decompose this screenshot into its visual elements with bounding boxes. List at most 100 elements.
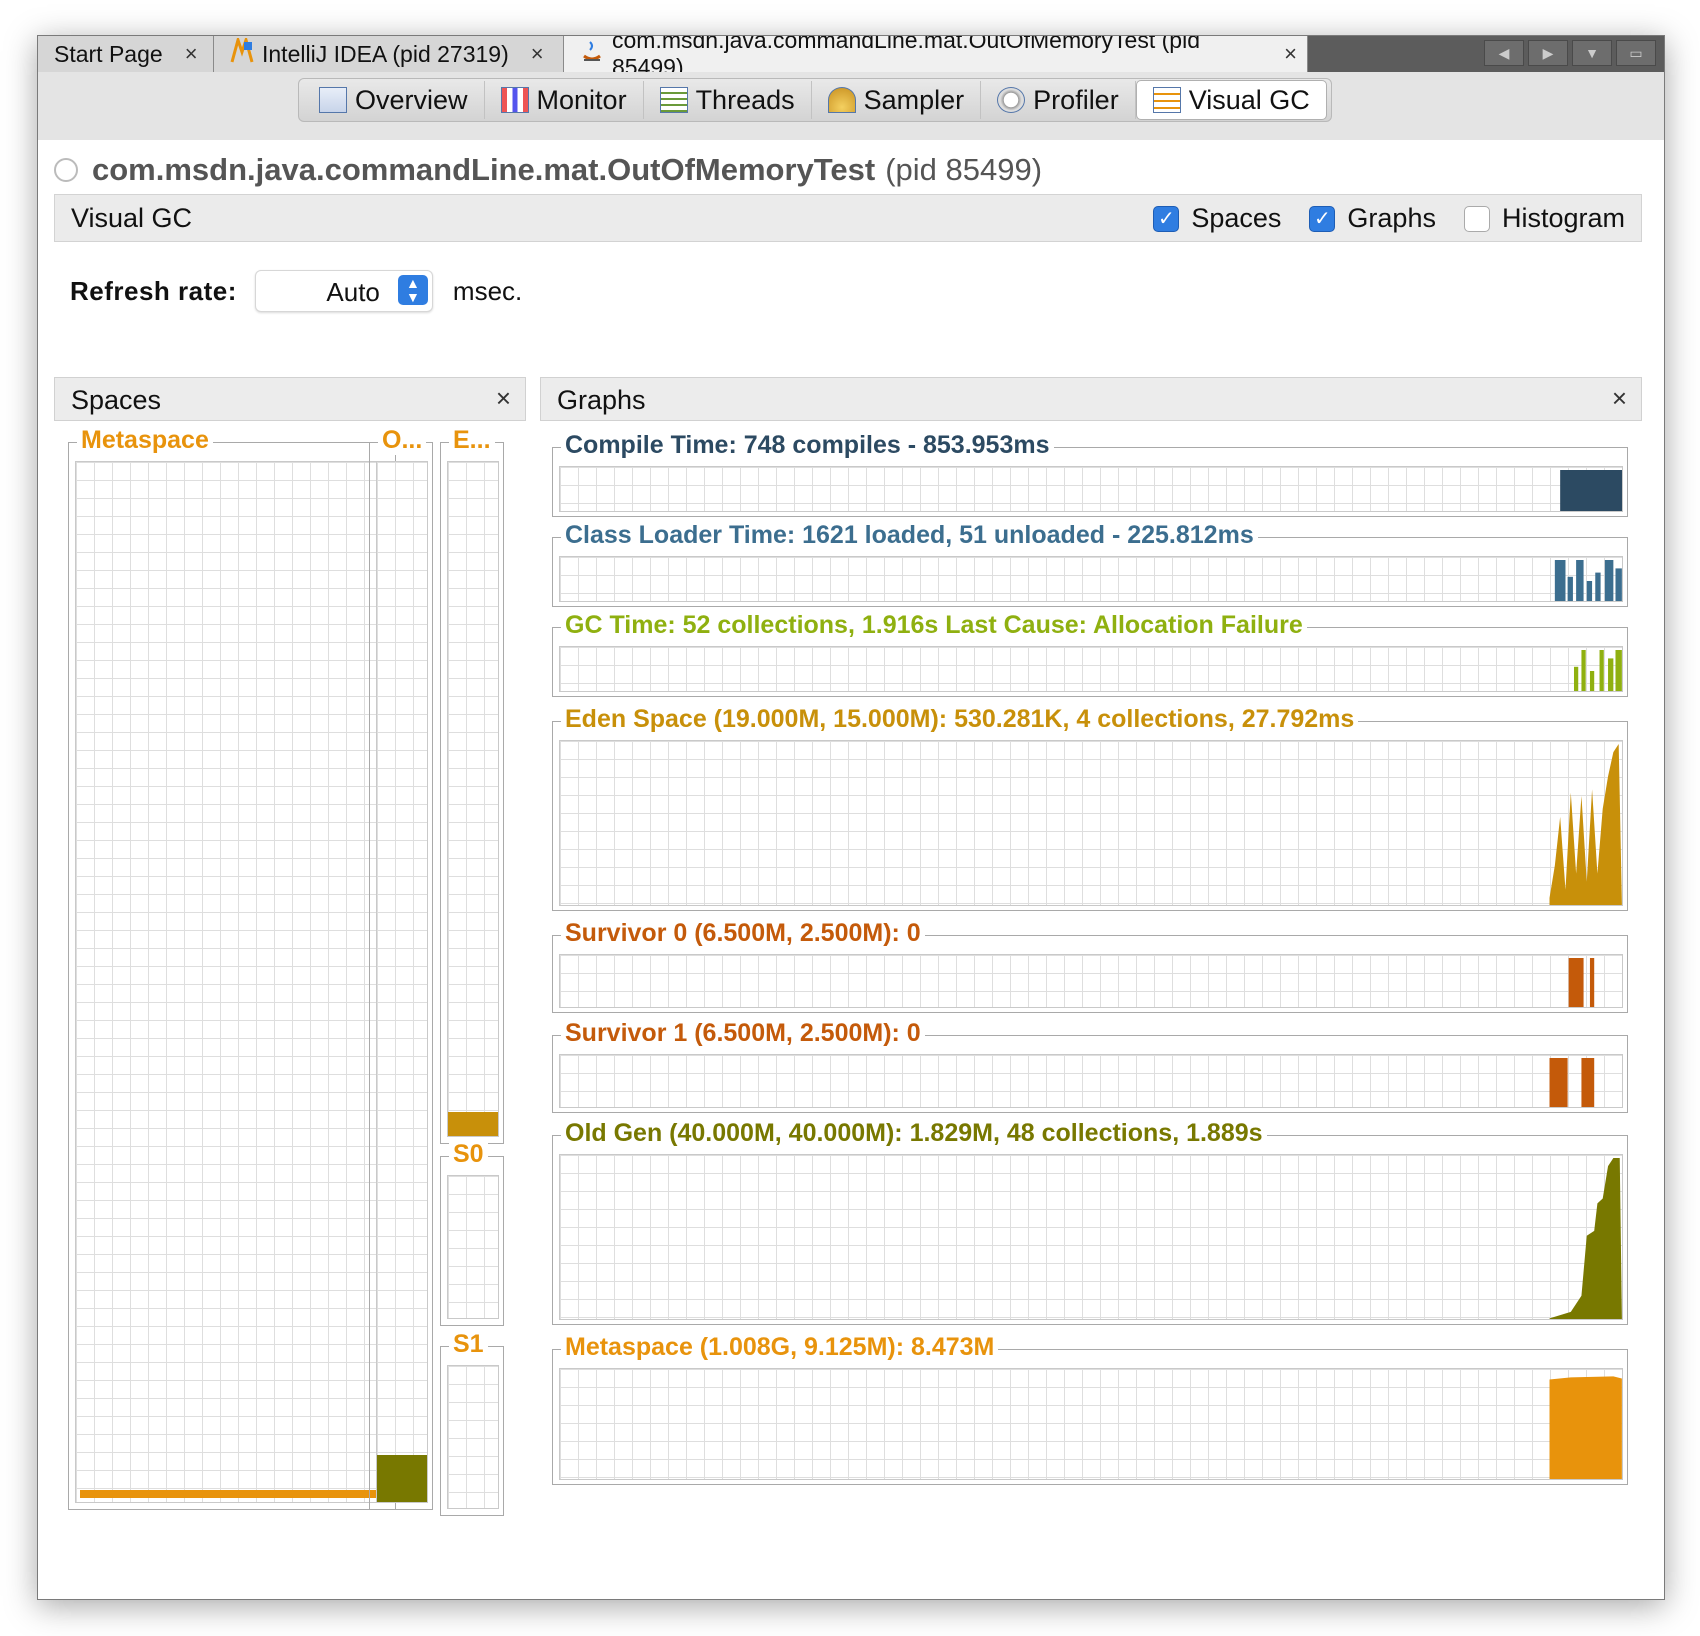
tab-sampler[interactable]: Sampler [812,81,982,119]
graph-grid [559,1368,1623,1480]
graph-bar [1615,650,1622,691]
graph-2: GC Time: 52 collections, 1.916s Last Cau… [552,611,1628,697]
space-label: S1 [449,1330,488,1359]
graph-plot [1549,1376,1622,1479]
process-name: com.msdn.java.commandLine.mat.OutOfMemor… [92,152,876,187]
graph-bar [1568,958,1584,1007]
close-icon[interactable]: × [1284,41,1297,67]
space-grid [447,1365,499,1509]
tab-threads-label: Threads [695,84,795,115]
profiler-icon [997,87,1026,113]
space-grid [447,461,499,1137]
scroll-left-icon[interactable]: ◀ [1484,40,1524,66]
tab-profiler-label: Profiler [1033,84,1119,115]
visualvm-window: Start Page × IntelliJ IDEA (pid 27319) ×… [37,35,1665,1600]
space-box-3: S0 [440,1140,504,1326]
checkbox-checked-icon[interactable]: ✓ [1309,205,1336,232]
maximize-icon[interactable]: ▭ [1616,40,1656,66]
tab-label: IntelliJ IDEA (pid 27319) [262,40,509,67]
tab-overview[interactable]: Overview [303,81,485,119]
space-grid [376,461,428,1503]
close-icon[interactable]: × [496,383,511,414]
tab-start-page[interactable]: Start Page × [38,36,214,72]
visualgc-icon [1152,87,1181,113]
graph-5: Survivor 1 (6.500M, 2.500M): 0 [552,1019,1628,1113]
tab-intellij-idea[interactable]: IntelliJ IDEA (pid 27319) × [214,36,564,72]
space-box-1: O... [369,426,433,1510]
refresh-rate-select[interactable]: Auto ▲ ▼ [254,270,433,312]
graph-6: Old Gen (40.000M, 40.000M): 1.829M, 48 c… [552,1119,1628,1325]
graph-3: Eden Space (19.000M, 15.000M): 530.281K,… [552,705,1628,911]
graph-grid [559,646,1623,692]
graph-plot [1560,470,1622,511]
close-icon[interactable]: × [531,41,544,67]
tab-monitor[interactable]: Monitor [485,81,644,119]
spaces-checkbox-label: Spaces [1191,203,1282,233]
spaces-checkbox[interactable]: ✓ Spaces [1153,203,1281,234]
graph-plot [1549,1158,1622,1319]
graph-bar [1560,470,1622,511]
space-box-0: Metaspace [68,426,396,1510]
graph-grid [559,466,1623,512]
visual-gc-content: com.msdn.java.commandLine.mat.OutOfMemor… [38,140,1664,1599]
view-tab-bar: Overview Monitor Threads Sampler Profile… [298,78,1332,122]
threads-icon [659,87,688,113]
space-grid [447,1175,499,1319]
view-tabs: Overview Monitor Threads Sampler Profile… [38,72,1664,141]
refresh-rate-unit: msec. [452,275,523,306]
spaces-panel-header: Spaces × [54,377,526,421]
graph-area [1549,744,1622,905]
graph-title: Survivor 0 (6.500M, 2.500M): 0 [561,919,925,948]
histogram-checkbox-label: Histogram [1501,203,1625,233]
graph-0: Compile Time: 748 compiles - 853.953ms [552,431,1628,517]
status-circle-icon [54,158,78,182]
graph-bar [1573,666,1579,691]
graph-plot [1549,744,1622,905]
graph-grid [559,556,1623,602]
close-icon[interactable]: × [185,41,198,67]
graphs-checkbox-label: Graphs [1347,203,1436,233]
checkbox-checked-icon[interactable]: ✓ [1153,205,1180,232]
process-pid: (pid 85499) [885,152,1043,187]
refresh-rate-value: Auto [326,277,380,307]
tab-visual-gc[interactable]: Visual GC [1135,80,1327,120]
graph-7: Metaspace (1.008G, 9.125M): 8.473M [552,1333,1628,1485]
tab-profiler[interactable]: Profiler [981,81,1136,119]
process-title: com.msdn.java.commandLine.mat.OutOfMemor… [54,152,1042,188]
graph-grid [559,1054,1623,1108]
tab-list-icon[interactable]: ▼ [1572,40,1612,66]
monitor-icon [500,87,529,113]
space-usage-fill [80,1490,386,1498]
tab-outofmemorytest[interactable]: com.msdn.java.commandLine.mat.OutOfMemor… [564,36,1308,80]
sampler-icon [827,87,856,113]
scroll-right-icon[interactable]: ▶ [1528,40,1568,66]
graph-bar [1615,568,1622,601]
graph-bar [1567,576,1573,601]
space-label: O... [378,426,427,455]
graph-title: Compile Time: 748 compiles - 853.953ms [561,431,1054,460]
graph-grid [559,740,1623,906]
histogram-checkbox[interactable]: Histogram [1463,203,1625,234]
space-label: E... [449,426,495,455]
graph-bar [1581,650,1586,691]
graph-1: Class Loader Time: 1621 loaded, 51 unloa… [552,521,1628,607]
tab-threads[interactable]: Threads [644,81,812,119]
graph-area [1549,1158,1622,1319]
view-options: ✓ Spaces ✓ Graphs Histogram [1153,203,1625,234]
close-icon[interactable]: × [1612,383,1627,414]
graph-bar [1581,1058,1595,1107]
tab-monitor-label: Monitor [536,84,627,115]
space-box-4: S1 [440,1330,504,1516]
graph-plot [1573,650,1622,691]
checkbox-unchecked-icon[interactable] [1463,205,1490,232]
graph-bar [1586,581,1593,601]
stepper-icon[interactable]: ▲ ▼ [397,275,428,305]
space-usage-fill [377,1455,427,1502]
graphs-panel-title: Graphs [557,385,646,415]
space-label: S0 [449,1140,488,1169]
graphs-checkbox[interactable]: ✓ Graphs [1309,203,1436,234]
graph-plot [1549,1058,1595,1107]
graph-grid [559,954,1623,1008]
refresh-rate-label: Refresh rate: [70,275,237,306]
space-label: Metaspace [77,426,213,455]
